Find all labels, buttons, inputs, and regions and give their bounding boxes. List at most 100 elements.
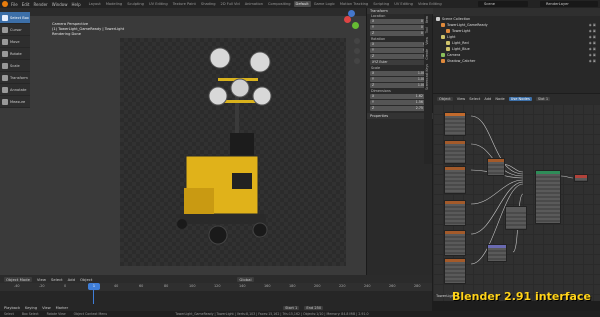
menu-file[interactable]: File bbox=[11, 2, 18, 7]
timeline-menu-view[interactable]: View bbox=[42, 306, 51, 310]
shader-node[interactable] bbox=[487, 244, 507, 262]
axis-label: X bbox=[372, 94, 375, 98]
tool-move[interactable]: Move bbox=[0, 36, 30, 48]
visibility-toggle-icon[interactable]: ◉ ▣ bbox=[589, 29, 596, 33]
workspace-tab-uv-editing[interactable]: UV Editing bbox=[147, 1, 170, 7]
transform-orientation-dropdown[interactable]: Global bbox=[237, 276, 254, 282]
workspace-tab-modeling[interactable]: Modeling bbox=[104, 1, 124, 7]
menu-render[interactable]: Render bbox=[33, 2, 47, 7]
workspace-tab-texture-paint[interactable]: Texture Paint bbox=[171, 1, 198, 7]
current-frame-indicator[interactable]: 1 bbox=[88, 283, 100, 290]
tool-transform[interactable]: Transform bbox=[0, 72, 30, 84]
viewport-menu-select[interactable]: Select bbox=[51, 277, 63, 282]
shader-node[interactable] bbox=[505, 206, 527, 230]
sidebar-tab-create[interactable]: Create bbox=[424, 47, 430, 62]
menu-edit[interactable]: Edit bbox=[22, 2, 30, 7]
scene-selector[interactable]: Scene bbox=[478, 1, 528, 7]
workspace-tab-2d-full-vid[interactable]: 2D Full Vid bbox=[219, 1, 242, 7]
timeline-menu-playback[interactable]: Playback bbox=[4, 306, 20, 310]
workspace-tab-compositing[interactable]: Compositing bbox=[266, 1, 293, 7]
shader-node[interactable] bbox=[444, 140, 466, 164]
use-nodes-toggle[interactable]: Use Nodes bbox=[508, 97, 532, 101]
gizmo-x-axis-icon[interactable] bbox=[344, 16, 351, 23]
workspace-tab-scripting[interactable]: Scripting bbox=[371, 1, 391, 7]
node-editor-mode-dropdown[interactable]: Object bbox=[437, 97, 453, 101]
viewport-menu-add[interactable]: Add bbox=[68, 277, 75, 282]
visibility-toggle-icon[interactable]: ◉ ▣ bbox=[589, 53, 596, 57]
timeline-tick-label: 140 bbox=[239, 284, 246, 288]
menu-window[interactable]: Window bbox=[52, 2, 68, 7]
scale-y-field[interactable]: Y 1.000 bbox=[370, 77, 429, 82]
menu-help[interactable]: Help bbox=[71, 2, 80, 7]
visibility-toggle-icon[interactable]: ◉ ▣ bbox=[589, 59, 596, 63]
gizmo-y-axis-icon[interactable] bbox=[352, 22, 359, 29]
workspace-tab-shading[interactable]: Shading bbox=[199, 1, 218, 7]
node-body bbox=[445, 170, 465, 193]
scale-x-field[interactable]: X 1.000 bbox=[370, 71, 429, 76]
rotation-y-field[interactable]: Y0° bbox=[370, 48, 429, 53]
rotation-mode-dropdown[interactable]: XYZ Euler bbox=[370, 60, 429, 65]
rotation-z-field[interactable]: Z0° bbox=[370, 54, 429, 59]
dimensions-x-field[interactable]: X 1.62 m bbox=[370, 94, 429, 99]
workspace-tab-animation[interactable]: Animation bbox=[243, 1, 265, 7]
scale-z-field[interactable]: Z 1.000 bbox=[370, 83, 429, 88]
timeline-menu-keying[interactable]: Keying bbox=[25, 306, 37, 310]
axis-label: Z bbox=[372, 31, 375, 35]
visibility-toggle-icon[interactable]: ◉ ▣ bbox=[589, 35, 596, 39]
zoom-icon[interactable] bbox=[354, 38, 360, 44]
tool-select-box[interactable]: Select Box bbox=[0, 12, 30, 24]
tool-measure[interactable]: Measure bbox=[0, 96, 30, 108]
visibility-toggle-icon[interactable]: ◉ ▣ bbox=[589, 47, 596, 51]
outliner-item[interactable]: Shadow_Catcher ◉ ▣ bbox=[433, 58, 600, 64]
end-frame-field[interactable]: End 250 bbox=[304, 305, 324, 310]
timeline-ruler[interactable]: -40-200204060801001201401601802002202402… bbox=[0, 283, 432, 291]
visibility-toggle-icon[interactable]: ◉ ▣ bbox=[589, 41, 596, 45]
workspace-tab-game-logic[interactable]: Game Logic bbox=[312, 1, 337, 7]
workspace-tab-uv-editing[interactable]: UV Editing bbox=[392, 1, 415, 7]
sidebar-tab-item[interactable]: Item bbox=[424, 14, 430, 25]
tool-annotate[interactable]: Annotate bbox=[0, 84, 30, 96]
node-menu-node[interactable]: Node bbox=[495, 97, 504, 101]
sidebar-tab-view[interactable]: View bbox=[424, 35, 430, 47]
shader-node[interactable] bbox=[444, 258, 466, 284]
viewport-menu-object[interactable]: Object bbox=[80, 277, 92, 282]
shader-node[interactable] bbox=[444, 200, 466, 226]
shader-node[interactable] bbox=[574, 174, 588, 182]
camera-view-icon[interactable] bbox=[354, 58, 360, 64]
tool-cursor[interactable]: Cursor bbox=[0, 24, 30, 36]
dimensions-y-field[interactable]: Y 1.56 m bbox=[370, 100, 429, 105]
rotation-x-field[interactable]: X0° bbox=[370, 42, 429, 47]
sidebar-tab-tool[interactable]: Tool bbox=[424, 25, 430, 35]
shader-node[interactable] bbox=[535, 170, 561, 224]
gizmo-z-axis-icon[interactable] bbox=[348, 10, 355, 17]
location-y-field[interactable]: Y0 m bbox=[370, 25, 429, 30]
dimensions-z-field[interactable]: Z 2.75 m bbox=[370, 106, 429, 111]
workspace-tab-video-editing[interactable]: Video Editing bbox=[416, 1, 444, 7]
workspace-tab-layout[interactable]: Layout bbox=[87, 1, 103, 7]
node-menu-select[interactable]: Select bbox=[469, 97, 480, 101]
workspace-tab-motion-tracking[interactable]: Motion Tracking bbox=[338, 1, 370, 7]
location-z-field[interactable]: Z0 m bbox=[370, 31, 429, 36]
shader-node[interactable] bbox=[444, 166, 466, 194]
node-menu-view[interactable]: View bbox=[457, 97, 466, 101]
timeline-menu-marker[interactable]: Marker bbox=[56, 306, 68, 310]
node-menu-add[interactable]: Add bbox=[484, 97, 491, 101]
blender-logo-icon[interactable] bbox=[2, 1, 8, 7]
location-x-field[interactable]: X0 m bbox=[370, 19, 429, 24]
material-slot-dropdown[interactable]: Slot 1 bbox=[535, 97, 551, 101]
viewport-menu-view[interactable]: View bbox=[37, 277, 46, 282]
shader-node[interactable] bbox=[487, 158, 505, 176]
tool-rotate[interactable]: Rotate bbox=[0, 48, 30, 60]
shader-node[interactable] bbox=[444, 230, 466, 256]
visibility-toggle-icon[interactable]: ◉ ▣ bbox=[589, 23, 596, 27]
tool-scale[interactable]: Scale bbox=[0, 60, 30, 72]
start-frame-field[interactable]: Start 1 bbox=[283, 305, 300, 310]
workspace-tab-default[interactable]: Default bbox=[293, 1, 311, 7]
sidebar-tab-screencast-keys[interactable]: Screencast Keys bbox=[424, 62, 430, 92]
view-layer-selector[interactable]: RenderLayer bbox=[540, 1, 598, 7]
workspace-tab-sculpting[interactable]: Sculpting bbox=[125, 1, 146, 7]
pan-icon[interactable] bbox=[354, 48, 360, 54]
shader-node[interactable] bbox=[444, 112, 466, 136]
object-mode-dropdown[interactable]: Object Mode bbox=[4, 276, 32, 282]
tool-label: Rotate bbox=[10, 51, 22, 56]
